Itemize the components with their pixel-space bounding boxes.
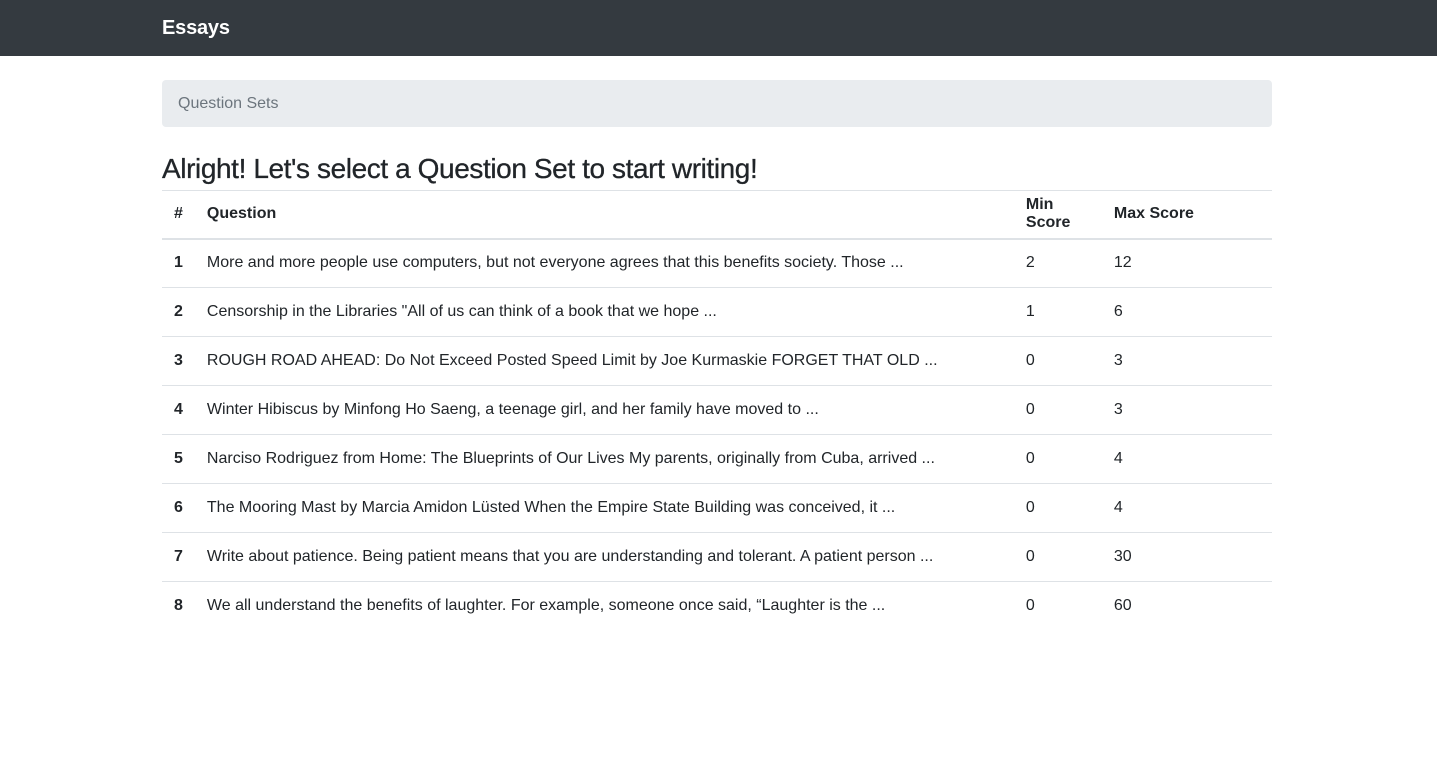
table-row[interactable]: 4 Winter Hibiscus by Minfong Ho Saeng, a… bbox=[162, 385, 1272, 435]
min-score: 0 bbox=[1013, 581, 1102, 631]
page-title: Alright! Let's select a Question Set to … bbox=[162, 153, 758, 184]
row-number: 4 bbox=[162, 385, 195, 435]
question-text[interactable]: We all understand the benefits of laught… bbox=[194, 581, 1014, 631]
row-number: 8 bbox=[162, 581, 195, 631]
table-row[interactable]: 6 The Mooring Mast by Marcia Amidon Lüst… bbox=[162, 483, 1272, 533]
table-header-row: # Question Min Score Max Score bbox=[162, 190, 1272, 240]
table-row[interactable]: 3 ROUGH ROAD AHEAD: Do Not Exceed Posted… bbox=[162, 336, 1272, 386]
min-score: 0 bbox=[1013, 483, 1102, 533]
breadcrumb: Question Sets bbox=[162, 80, 1272, 127]
min-score: 0 bbox=[1013, 434, 1102, 484]
row-number: 1 bbox=[174, 254, 183, 272]
column-header-max-score: Max Score bbox=[1101, 190, 1272, 240]
breadcrumb-item-question-sets: Question Sets bbox=[178, 94, 279, 112]
table-body: 1 More and more people use computers, bu… bbox=[162, 239, 1272, 631]
min-score: 0 bbox=[1013, 385, 1102, 435]
max-score: 3 bbox=[1101, 385, 1272, 435]
table-row[interactable]: 8 We all understand the benefits of laug… bbox=[162, 581, 1272, 631]
max-score: 12 bbox=[1113, 254, 1132, 272]
top-navbar: Essays bbox=[0, 0, 1437, 56]
max-score: 4 bbox=[1101, 483, 1272, 533]
column-header-question: Question bbox=[194, 190, 1014, 240]
row-number: 6 bbox=[162, 483, 195, 533]
column-header-number: # bbox=[162, 190, 195, 240]
brand-link[interactable]: Essays bbox=[162, 17, 230, 40]
question-sets-table: # Question Min Score Max Score 1 More an… bbox=[162, 190, 1272, 631]
row-number: 3 bbox=[162, 336, 195, 386]
main-container: Question Sets Alright! Let's select a Qu… bbox=[162, 80, 1272, 631]
table-row[interactable]: 2 Censorship in the Libraries "All of us… bbox=[162, 287, 1272, 337]
max-score: 30 bbox=[1101, 532, 1272, 582]
question-text[interactable]: Narciso Rodriguez from Home: The Bluepri… bbox=[194, 434, 1014, 484]
row-number: 7 bbox=[162, 532, 195, 582]
row-number: 5 bbox=[162, 434, 195, 484]
column-header-min-score: Min Score bbox=[1013, 190, 1102, 240]
question-text[interactable]: The Mooring Mast by Marcia Amidon Lüsted… bbox=[194, 483, 1014, 533]
row-number: 2 bbox=[162, 287, 195, 337]
question-text[interactable]: Censorship in the Libraries "All of us c… bbox=[194, 287, 1014, 337]
question-text[interactable]: Winter Hibiscus by Minfong Ho Saeng, a t… bbox=[194, 385, 1014, 435]
question-text[interactable]: More and more people use computers, but … bbox=[195, 239, 1014, 288]
question-text[interactable]: Write about patience. Being patient mean… bbox=[194, 532, 1014, 582]
min-score: 0 bbox=[1013, 532, 1102, 582]
min-score: 0 bbox=[1013, 336, 1102, 386]
question-text[interactable]: ROUGH ROAD AHEAD: Do Not Exceed Posted S… bbox=[194, 336, 1014, 386]
table-row[interactable]: 1 More and more people use computers, bu… bbox=[162, 239, 1272, 288]
min-score: 1 bbox=[1013, 287, 1102, 337]
table-row[interactable]: 5 Narciso Rodriguez from Home: The Bluep… bbox=[162, 434, 1272, 484]
min-score: 2 bbox=[1025, 254, 1035, 272]
max-score: 6 bbox=[1101, 287, 1272, 337]
table-header: # Question Min Score Max Score bbox=[162, 190, 1272, 240]
max-score: 60 bbox=[1101, 581, 1272, 631]
max-score: 3 bbox=[1101, 336, 1272, 386]
max-score: 4 bbox=[1101, 434, 1272, 484]
table-row[interactable]: 7 Write about patience. Being patient me… bbox=[162, 532, 1272, 582]
